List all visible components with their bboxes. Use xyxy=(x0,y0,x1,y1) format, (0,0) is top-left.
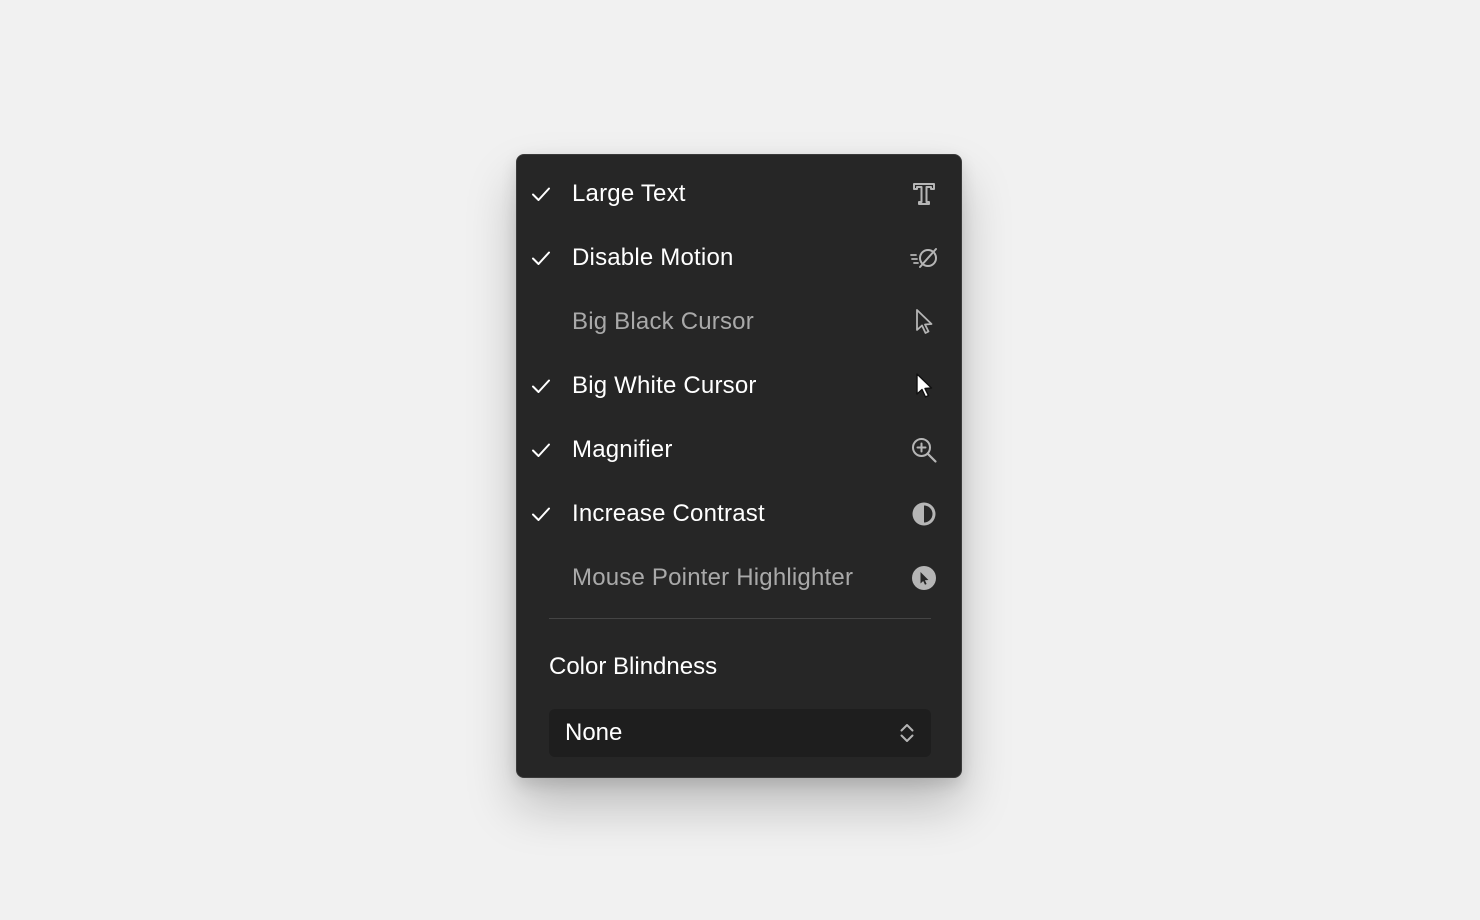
checkmark-icon xyxy=(530,504,552,524)
menu-list: Large Text Disable Motion Big Black Curs… xyxy=(517,162,961,610)
contrast-icon xyxy=(909,500,939,528)
menu-item-label: Magnifier xyxy=(572,436,673,463)
color-blindness-selected-value: None xyxy=(565,719,623,746)
menu-item-big-black-cursor[interactable]: Big Black Cursor xyxy=(517,290,961,354)
menu-item-label: Large Text xyxy=(572,180,686,207)
menu-item-increase-contrast[interactable]: Increase Contrast xyxy=(517,482,961,546)
color-blindness-label: Color Blindness xyxy=(549,653,718,680)
cursor-filled-icon xyxy=(909,372,939,400)
menu-item-label: Mouse Pointer Highlighter xyxy=(572,564,854,591)
cursor-outline-icon xyxy=(909,308,939,336)
chevron-up-down-icon xyxy=(895,721,919,745)
accessibility-menu: Large Text Disable Motion Big Black Curs… xyxy=(516,154,962,778)
menu-item-large-text[interactable]: Large Text xyxy=(517,162,961,226)
pointer-highlight-icon xyxy=(909,564,939,592)
menu-item-disable-motion[interactable]: Disable Motion xyxy=(517,226,961,290)
color-blindness-select[interactable]: None xyxy=(549,709,931,757)
menu-item-label: Big White Cursor xyxy=(572,372,757,399)
menu-item-magnifier[interactable]: Magnifier xyxy=(517,418,961,482)
menu-item-label: Disable Motion xyxy=(572,244,734,271)
checkmark-icon xyxy=(530,440,552,460)
zoom-in-icon xyxy=(909,436,939,464)
menu-item-big-white-cursor[interactable]: Big White Cursor xyxy=(517,354,961,418)
checkmark-icon xyxy=(530,376,552,396)
large-text-icon xyxy=(909,180,939,208)
menu-item-mouse-pointer-highlighter[interactable]: Mouse Pointer Highlighter xyxy=(517,546,961,610)
checkmark-icon xyxy=(530,184,552,204)
checkmark-icon xyxy=(530,248,552,268)
menu-divider xyxy=(549,618,931,619)
menu-item-label: Big Black Cursor xyxy=(572,308,754,335)
menu-item-label: Increase Contrast xyxy=(572,500,765,527)
disable-motion-icon xyxy=(909,244,939,272)
